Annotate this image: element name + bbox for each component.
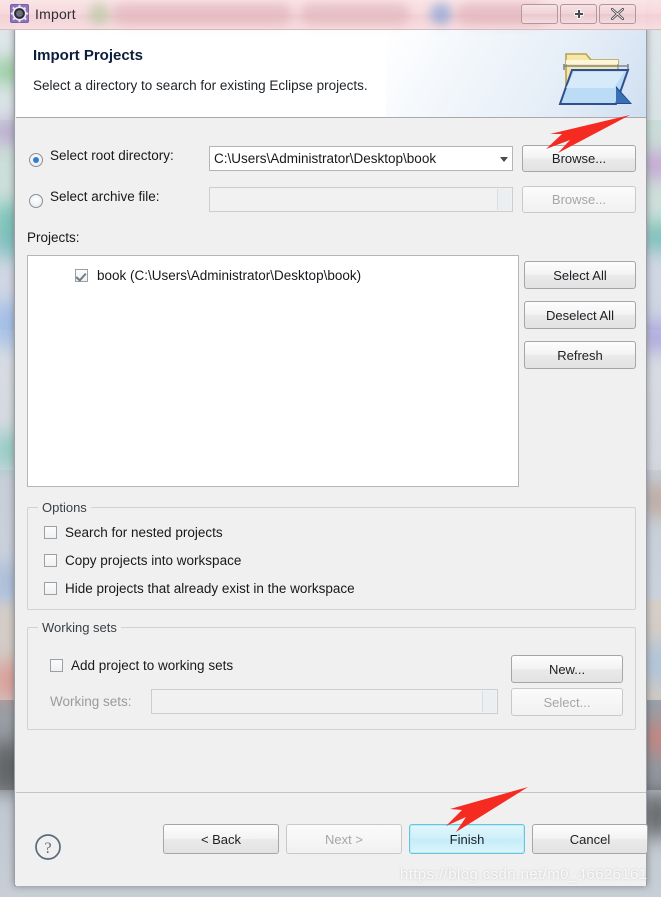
archive-file-input[interactable] — [209, 187, 513, 212]
working-sets-group-title: Working sets — [38, 620, 121, 635]
dialog-body: Select root directory: C:\Users\Administ… — [16, 119, 646, 792]
option-search-nested[interactable]: Search for nested projects — [44, 525, 223, 540]
next-button[interactable]: Next > — [286, 824, 402, 854]
window-title-bar: Import — [0, 0, 661, 30]
question-mark-icon[interactable]: ? — [34, 833, 62, 861]
search-nested-label: Search for nested projects — [65, 525, 223, 540]
option-copy-projects[interactable]: Copy projects into workspace — [44, 553, 241, 568]
working-sets-scroll-stub — [482, 691, 496, 712]
working-sets-input[interactable] — [151, 689, 498, 714]
page-title: Import Projects — [33, 47, 144, 64]
chevron-down-icon[interactable] — [500, 156, 508, 162]
label-select-archive-file: Select archive file: — [50, 189, 160, 204]
watermark-text: https://blog.csdn.net/m0_46626161 — [400, 866, 648, 883]
radio-select-root-directory[interactable] — [29, 153, 43, 167]
options-group: Options Search for nested projects Copy … — [27, 500, 636, 610]
page-description: Select a directory to search for existin… — [33, 78, 368, 93]
add-to-working-sets-row[interactable]: Add project to working sets — [50, 658, 233, 673]
refresh-button[interactable]: Refresh — [524, 341, 636, 369]
root-directory-value: C:\Users\Administrator\Desktop\book — [214, 151, 437, 166]
option-hide-existing[interactable]: Hide projects that already exist in the … — [44, 581, 355, 596]
wizard-banner: Import Projects Select a directory to se… — [16, 30, 646, 118]
add-to-working-sets-checkbox[interactable] — [50, 659, 63, 672]
eclipse-import-gear-icon — [10, 4, 29, 23]
working-sets-field-label: Working sets: — [50, 694, 132, 709]
working-sets-group: Working sets Add project to working sets… — [27, 620, 636, 730]
plus-icon — [573, 9, 584, 19]
select-all-button[interactable]: Select All — [524, 261, 636, 289]
close-icon — [611, 8, 624, 20]
project-checkbox[interactable] — [75, 269, 88, 282]
projects-label: Projects: — [27, 230, 80, 245]
list-item[interactable]: book (C:\Users\Administrator\Desktop\boo… — [75, 268, 361, 283]
projects-list[interactable]: book (C:\Users\Administrator\Desktop\boo… — [27, 255, 519, 487]
finish-button[interactable]: Finish — [409, 824, 525, 854]
root-directory-combo[interactable]: C:\Users\Administrator\Desktop\book — [209, 146, 513, 171]
add-to-working-sets-label: Add project to working sets — [71, 658, 234, 673]
minimize-button[interactable] — [521, 4, 558, 24]
close-button[interactable] — [599, 4, 636, 24]
back-button[interactable]: < Back — [163, 824, 279, 854]
import-folder-icon — [558, 53, 632, 105]
options-group-title: Options — [38, 500, 91, 515]
project-label: book (C:\Users\Administrator\Desktop\boo… — [97, 268, 362, 283]
search-nested-checkbox[interactable] — [44, 526, 57, 539]
hide-existing-label: Hide projects that already exist in the … — [65, 581, 355, 596]
browse-root-directory-button[interactable]: Browse... — [522, 145, 636, 172]
cancel-button[interactable]: Cancel — [532, 824, 648, 854]
browse-archive-file-button[interactable]: Browse... — [522, 186, 636, 213]
maximize-button[interactable] — [560, 4, 597, 24]
minimize-icon — [534, 9, 546, 19]
svg-text:?: ? — [44, 840, 51, 857]
import-dialog-window: Import Projects Select a directory to se… — [14, 0, 648, 886]
copy-projects-checkbox[interactable] — [44, 554, 57, 567]
copy-projects-label: Copy projects into workspace — [65, 553, 242, 568]
label-select-root-directory: Select root directory: — [50, 148, 174, 163]
hide-existing-checkbox[interactable] — [44, 582, 57, 595]
window-title: Import — [35, 6, 76, 22]
new-working-set-button[interactable]: New... — [511, 655, 623, 683]
archive-file-scroll-stub — [497, 189, 511, 210]
select-working-set-button[interactable]: Select... — [511, 688, 623, 716]
deselect-all-button[interactable]: Deselect All — [524, 301, 636, 329]
radio-select-archive-file[interactable] — [29, 194, 43, 208]
